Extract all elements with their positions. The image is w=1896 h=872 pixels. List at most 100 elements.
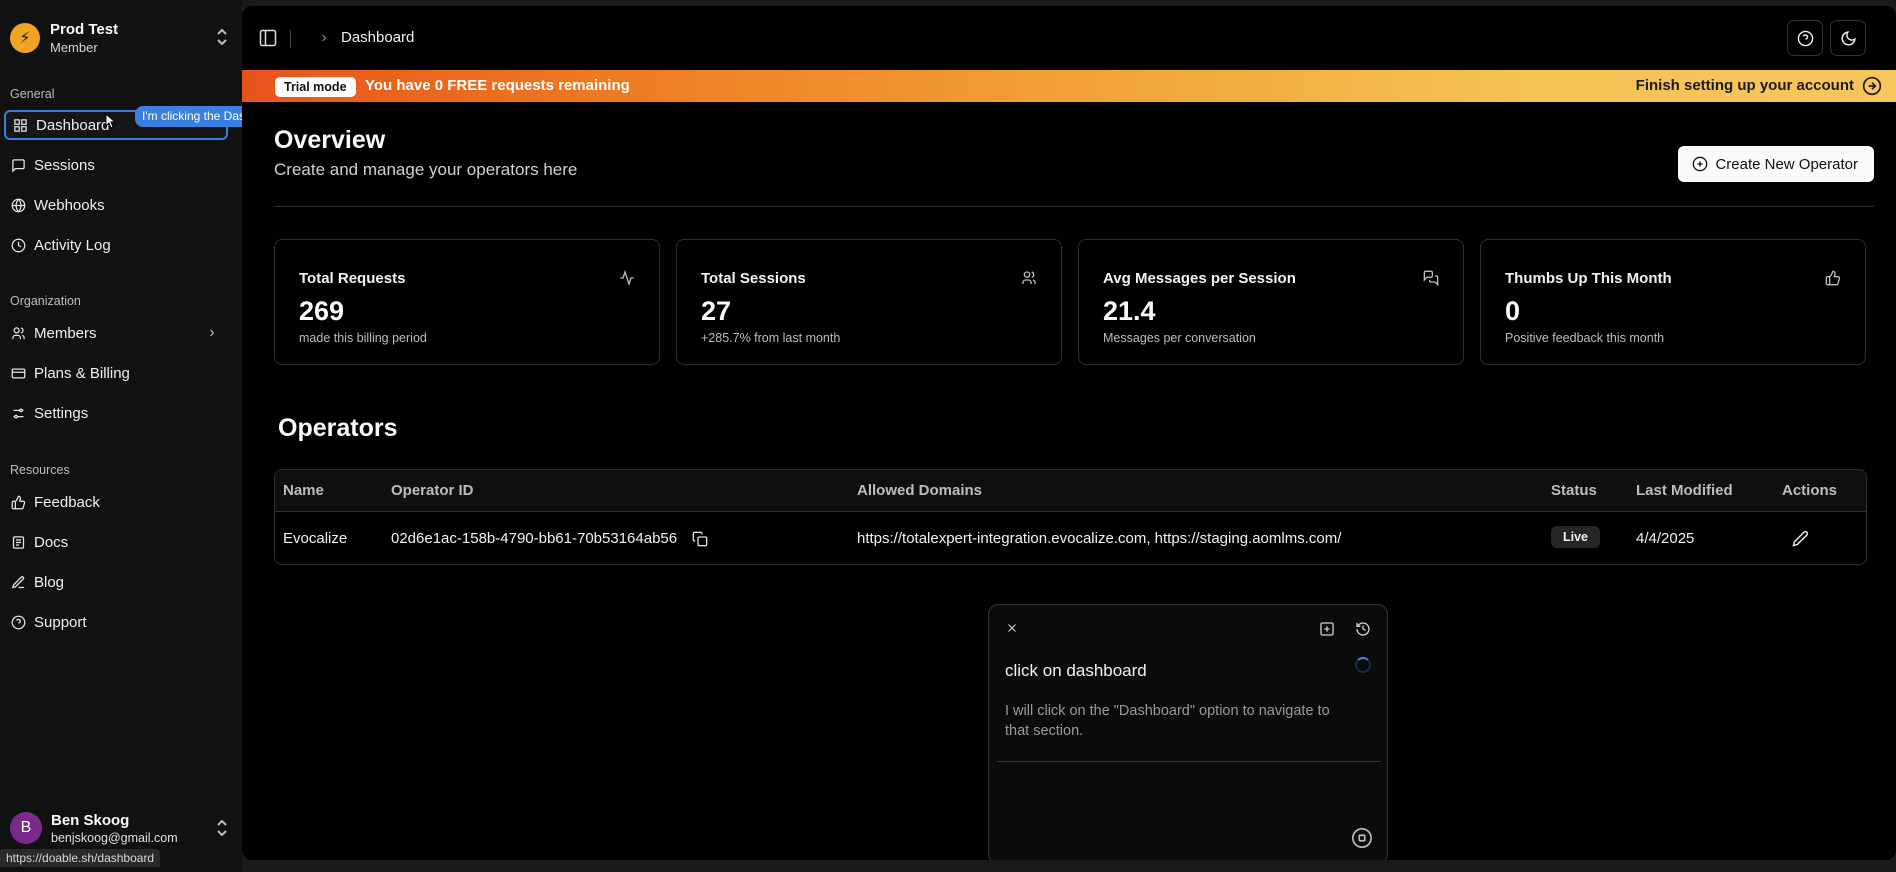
section-label-general: General (10, 87, 55, 101)
sidebar-item-label: Feedback (34, 493, 100, 511)
column-header-actions: Actions (1782, 482, 1838, 499)
sidebar-item-plans-billing[interactable]: Plans & Billing (4, 358, 228, 388)
panel-left-icon (259, 29, 277, 47)
sidebar-item-settings[interactable]: Settings (4, 398, 228, 428)
loading-spinner-icon (1355, 657, 1371, 673)
stat-caption: made this billing period (299, 331, 427, 345)
status-bar-url: https://doable.sh/dashboard (0, 849, 161, 867)
sidebar-item-label: Docs (34, 533, 69, 551)
stat-title: Avg Messages per Session (1103, 270, 1296, 287)
column-header-status: Status (1551, 482, 1597, 499)
status-badge: Live (1551, 526, 1601, 548)
user-menu[interactable]: B Ben Skoog benjskoog@gmail.com (10, 810, 230, 846)
messages-icon (1423, 270, 1439, 291)
operator-last-modified: 4/4/2025 (1636, 530, 1695, 547)
stat-card-total-requests: Total Requests 269 made this billing per… (274, 239, 660, 365)
create-operator-label: Create New Operator (1715, 155, 1858, 173)
layout-grid-icon (12, 117, 28, 133)
sidebar-item-label: Activity Log (34, 236, 111, 254)
stat-caption: +285.7% from last month (701, 331, 841, 345)
column-header-last-modified: Last Modified (1636, 482, 1733, 499)
stat-value: 21.4 (1103, 296, 1156, 326)
create-operator-button[interactable]: Create New Operator (1678, 146, 1874, 182)
operator-allowed-domains: https://totalexpert-integration.evocaliz… (857, 530, 1342, 547)
sidebar-item-blog[interactable]: Blog (4, 567, 228, 597)
sidebar-item-members[interactable]: Members (4, 318, 228, 348)
stat-caption: Positive feedback this month (1505, 331, 1665, 345)
chevron-right-icon (318, 31, 330, 49)
copy-icon[interactable] (692, 531, 708, 552)
sidebar-item-label: Members (34, 324, 97, 342)
sidebar: ⚡ Prod Test Member General Dashboard Ses… (0, 0, 242, 872)
operator-id: 02d6e1ac-158b-4790-bb61-70b53164ab56 (391, 530, 678, 547)
stat-caption: Messages per conversation (1103, 331, 1256, 345)
help-circle-icon (10, 614, 26, 630)
column-header-name: Name (283, 482, 324, 499)
new-chat-icon[interactable] (1319, 621, 1335, 642)
history-icon[interactable] (1355, 621, 1371, 642)
agent-chat-panel: click on dashboard I will click on the "… (988, 604, 1388, 860)
sidebar-toggle-button[interactable] (258, 28, 280, 50)
section-label-resources: Resources (10, 463, 70, 477)
close-icon[interactable] (1005, 621, 1019, 640)
org-switcher[interactable]: ⚡ Prod Test Member (10, 20, 230, 56)
sidebar-item-label: Plans & Billing (34, 364, 130, 382)
finish-setup-link[interactable]: Finish setting up your account (1636, 77, 1854, 94)
breadcrumb[interactable]: Dashboard (341, 29, 414, 46)
sidebar-item-label: Webhooks (34, 196, 105, 214)
stat-value: 269 (299, 296, 345, 326)
thumbs-up-icon (10, 494, 26, 510)
moon-icon (1841, 30, 1856, 45)
agent-response: I will click on the "Dashboard" option t… (1005, 703, 1330, 739)
sidebar-item-docs[interactable]: Docs (4, 527, 228, 557)
trial-banner: Trial mode You have 0 FREE requests rema… (242, 70, 1896, 102)
page-title: Overview (274, 126, 386, 154)
users-icon (10, 325, 26, 341)
plus-circle-icon (1693, 156, 1708, 172)
section-label-organization: Organization (10, 294, 81, 308)
activity-icon (619, 269, 635, 291)
main-panel: Dashboard Trial mode You have 0 FREE req… (242, 6, 1896, 860)
user-name: Ben Skoog (51, 811, 130, 829)
divider (274, 206, 1874, 207)
message-square-icon (10, 157, 26, 173)
stat-title: Total Sessions (701, 270, 806, 287)
user-email: benjskoog@gmail.com (51, 830, 178, 845)
org-name: Prod Test (50, 21, 119, 38)
chevrons-up-down-icon (214, 819, 230, 839)
stop-icon[interactable] (1351, 827, 1373, 854)
sidebar-item-label: Settings (34, 404, 89, 422)
stat-card-total-sessions: Total Sessions 27 +285.7% from last mont… (676, 239, 1062, 365)
sidebar-item-label: Blog (34, 573, 65, 591)
stat-value: 0 (1505, 296, 1521, 326)
thumbs-up-icon (1825, 270, 1841, 291)
sidebar-item-feedback[interactable]: Feedback (4, 487, 228, 517)
sliders-icon (10, 405, 26, 421)
sidebar-item-support[interactable]: Support (4, 607, 228, 637)
agent-user-prompt: click on dashboard (1005, 661, 1147, 680)
divider (290, 30, 291, 48)
sidebar-item-sessions[interactable]: Sessions (4, 150, 228, 180)
sidebar-item-webhooks[interactable]: Webhooks (4, 190, 228, 220)
table-row[interactable]: Evocalize 02d6e1ac-158b-4790-bb61-70b531… (275, 512, 1866, 564)
clock-icon (10, 237, 26, 253)
stat-title: Thumbs Up This Month (1505, 270, 1672, 287)
arrow-right-circle-icon[interactable] (1862, 76, 1882, 96)
table-header: Name Operator ID Allowed Domains Status … (275, 470, 1866, 512)
chevron-right-icon (206, 326, 218, 343)
org-role: Member (50, 40, 98, 55)
pen-icon (10, 574, 26, 590)
sidebar-item-label: Support (34, 613, 87, 631)
book-icon (10, 534, 26, 550)
pencil-icon[interactable] (1792, 530, 1809, 552)
operators-table: Name Operator ID Allowed Domains Status … (274, 469, 1867, 565)
operators-title: Operators (278, 414, 398, 442)
sidebar-item-activity-log[interactable]: Activity Log (4, 230, 228, 260)
trial-mode-badge: Trial mode (275, 77, 356, 97)
theme-toggle-button[interactable] (1830, 20, 1866, 56)
mouse-cursor-icon (105, 113, 117, 129)
wallet-icon (10, 365, 26, 381)
stat-card-thumbs-up: Thumbs Up This Month 0 Positive feedback… (1480, 239, 1866, 365)
help-button[interactable] (1787, 20, 1823, 56)
globe-icon (10, 197, 26, 213)
